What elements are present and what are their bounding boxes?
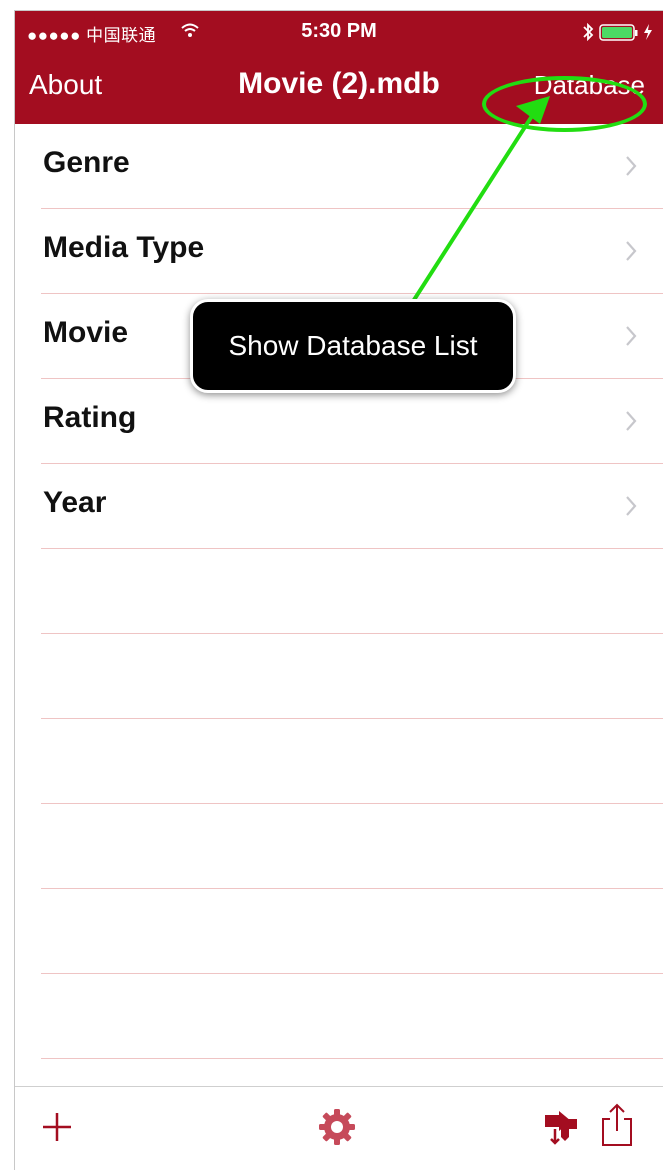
battery-icon (599, 24, 638, 41)
chevron-right-icon (626, 411, 637, 431)
share-icon[interactable] (597, 1101, 637, 1149)
gear-icon[interactable] (317, 1107, 357, 1147)
table-row-year[interactable]: Year (41, 464, 663, 549)
row-label: Year (43, 486, 107, 519)
row-label: Rating (43, 401, 137, 434)
chevron-right-icon (626, 326, 637, 346)
callout-tooltip: Show Database List (190, 299, 516, 393)
callout-text: Show Database List (228, 330, 478, 361)
empty-row (41, 549, 663, 634)
bluetooth-icon (583, 23, 594, 41)
import-icon[interactable] (541, 1107, 581, 1147)
row-label: Genre (43, 146, 130, 179)
empty-row (41, 974, 663, 1059)
empty-row (41, 804, 663, 889)
status-bar: ●●●●● 中国联通 5:30 PM (15, 11, 663, 51)
status-time: 5:30 PM (301, 20, 377, 42)
chevron-right-icon (626, 496, 637, 516)
charging-icon (644, 24, 652, 40)
empty-row (41, 719, 663, 804)
chevron-right-icon (626, 156, 637, 176)
table-row-media-type[interactable]: Media Type (41, 209, 663, 294)
row-label: Media Type (43, 231, 205, 264)
table-list: Genre Media Type Movie Rating Year (15, 124, 663, 1059)
bottom-toolbar (15, 1086, 663, 1171)
database-button[interactable]: Database (534, 70, 645, 101)
plus-icon[interactable] (39, 1109, 75, 1145)
table-row-genre[interactable]: Genre (41, 124, 663, 209)
navigation-header: ●●●●● 中国联通 5:30 PM About Movie (2).mdb D… (15, 11, 663, 132)
empty-row (41, 889, 663, 974)
row-label: Movie (43, 316, 129, 349)
chevron-right-icon (626, 241, 637, 261)
about-button[interactable]: About (29, 69, 102, 101)
empty-row (41, 634, 663, 719)
phone-screen: ●●●●● 中国联通 5:30 PM About Movie (2).mdb D… (14, 10, 663, 1171)
